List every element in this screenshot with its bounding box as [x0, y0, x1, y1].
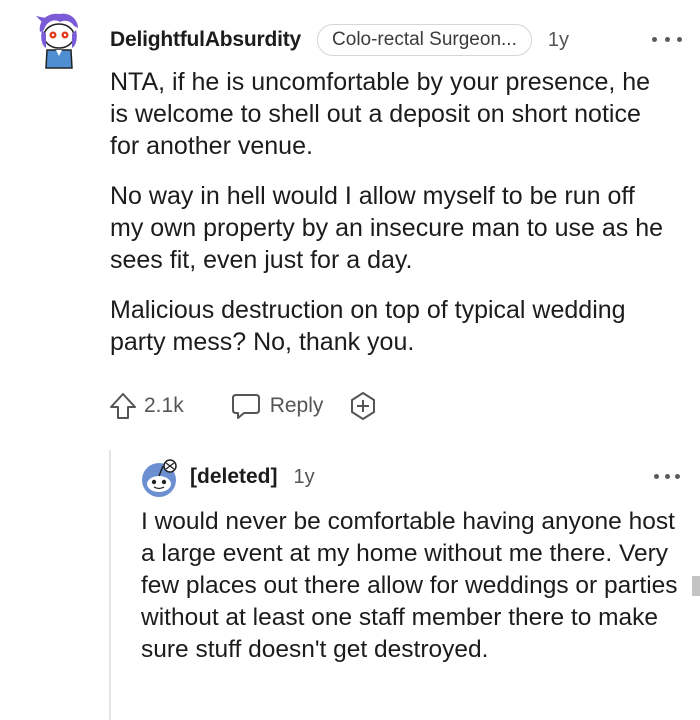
award-button[interactable] [347, 390, 379, 422]
user-flair: Colo-rectal Surgeon... [317, 24, 532, 56]
reply-meta: [deleted] 1y [190, 462, 315, 492]
reply-label: Reply [269, 394, 324, 417]
comment-actions: 2.1k Reply [108, 388, 379, 424]
upvote-arrow-icon [108, 391, 138, 421]
scrollbar-thumb[interactable] [692, 576, 700, 596]
comment-age: 1y [547, 28, 569, 51]
more-options-icon[interactable] [652, 24, 682, 54]
comment-paragraph: No way in hell would I allow myself to b… [110, 182, 664, 274]
reply-bubble-icon [230, 391, 262, 421]
comment-body: NTA, if he is uncomfortable by your pres… [110, 66, 670, 376]
more-options-icon[interactable] [654, 466, 680, 486]
comment-thread: DelightfulAbsurdity Colo-rectal Surgeon.… [0, 0, 700, 720]
thread-line[interactable] [109, 450, 111, 720]
vote-count: 2.1k [144, 394, 184, 417]
reply-body: I would never be comfortable having anyo… [141, 508, 678, 663]
comment-paragraph: Malicious destruction on top of typical … [110, 296, 626, 356]
award-plus-icon [347, 390, 379, 422]
reply-age: 1y [293, 465, 315, 488]
reply-author: [deleted] [190, 465, 278, 488]
comment-author[interactable]: DelightfulAbsurdity [110, 28, 301, 52]
comment-meta: DelightfulAbsurdity Colo-rectal Surgeon.… [110, 22, 680, 58]
comment-paragraph: NTA, if he is uncomfortable by your pres… [110, 68, 651, 160]
upvote-button[interactable]: 2.1k [108, 391, 184, 421]
reply-button[interactable]: Reply [230, 391, 324, 421]
user-avatar-icon[interactable] [34, 10, 84, 70]
default-snoo-avatar-icon[interactable] [139, 458, 183, 498]
